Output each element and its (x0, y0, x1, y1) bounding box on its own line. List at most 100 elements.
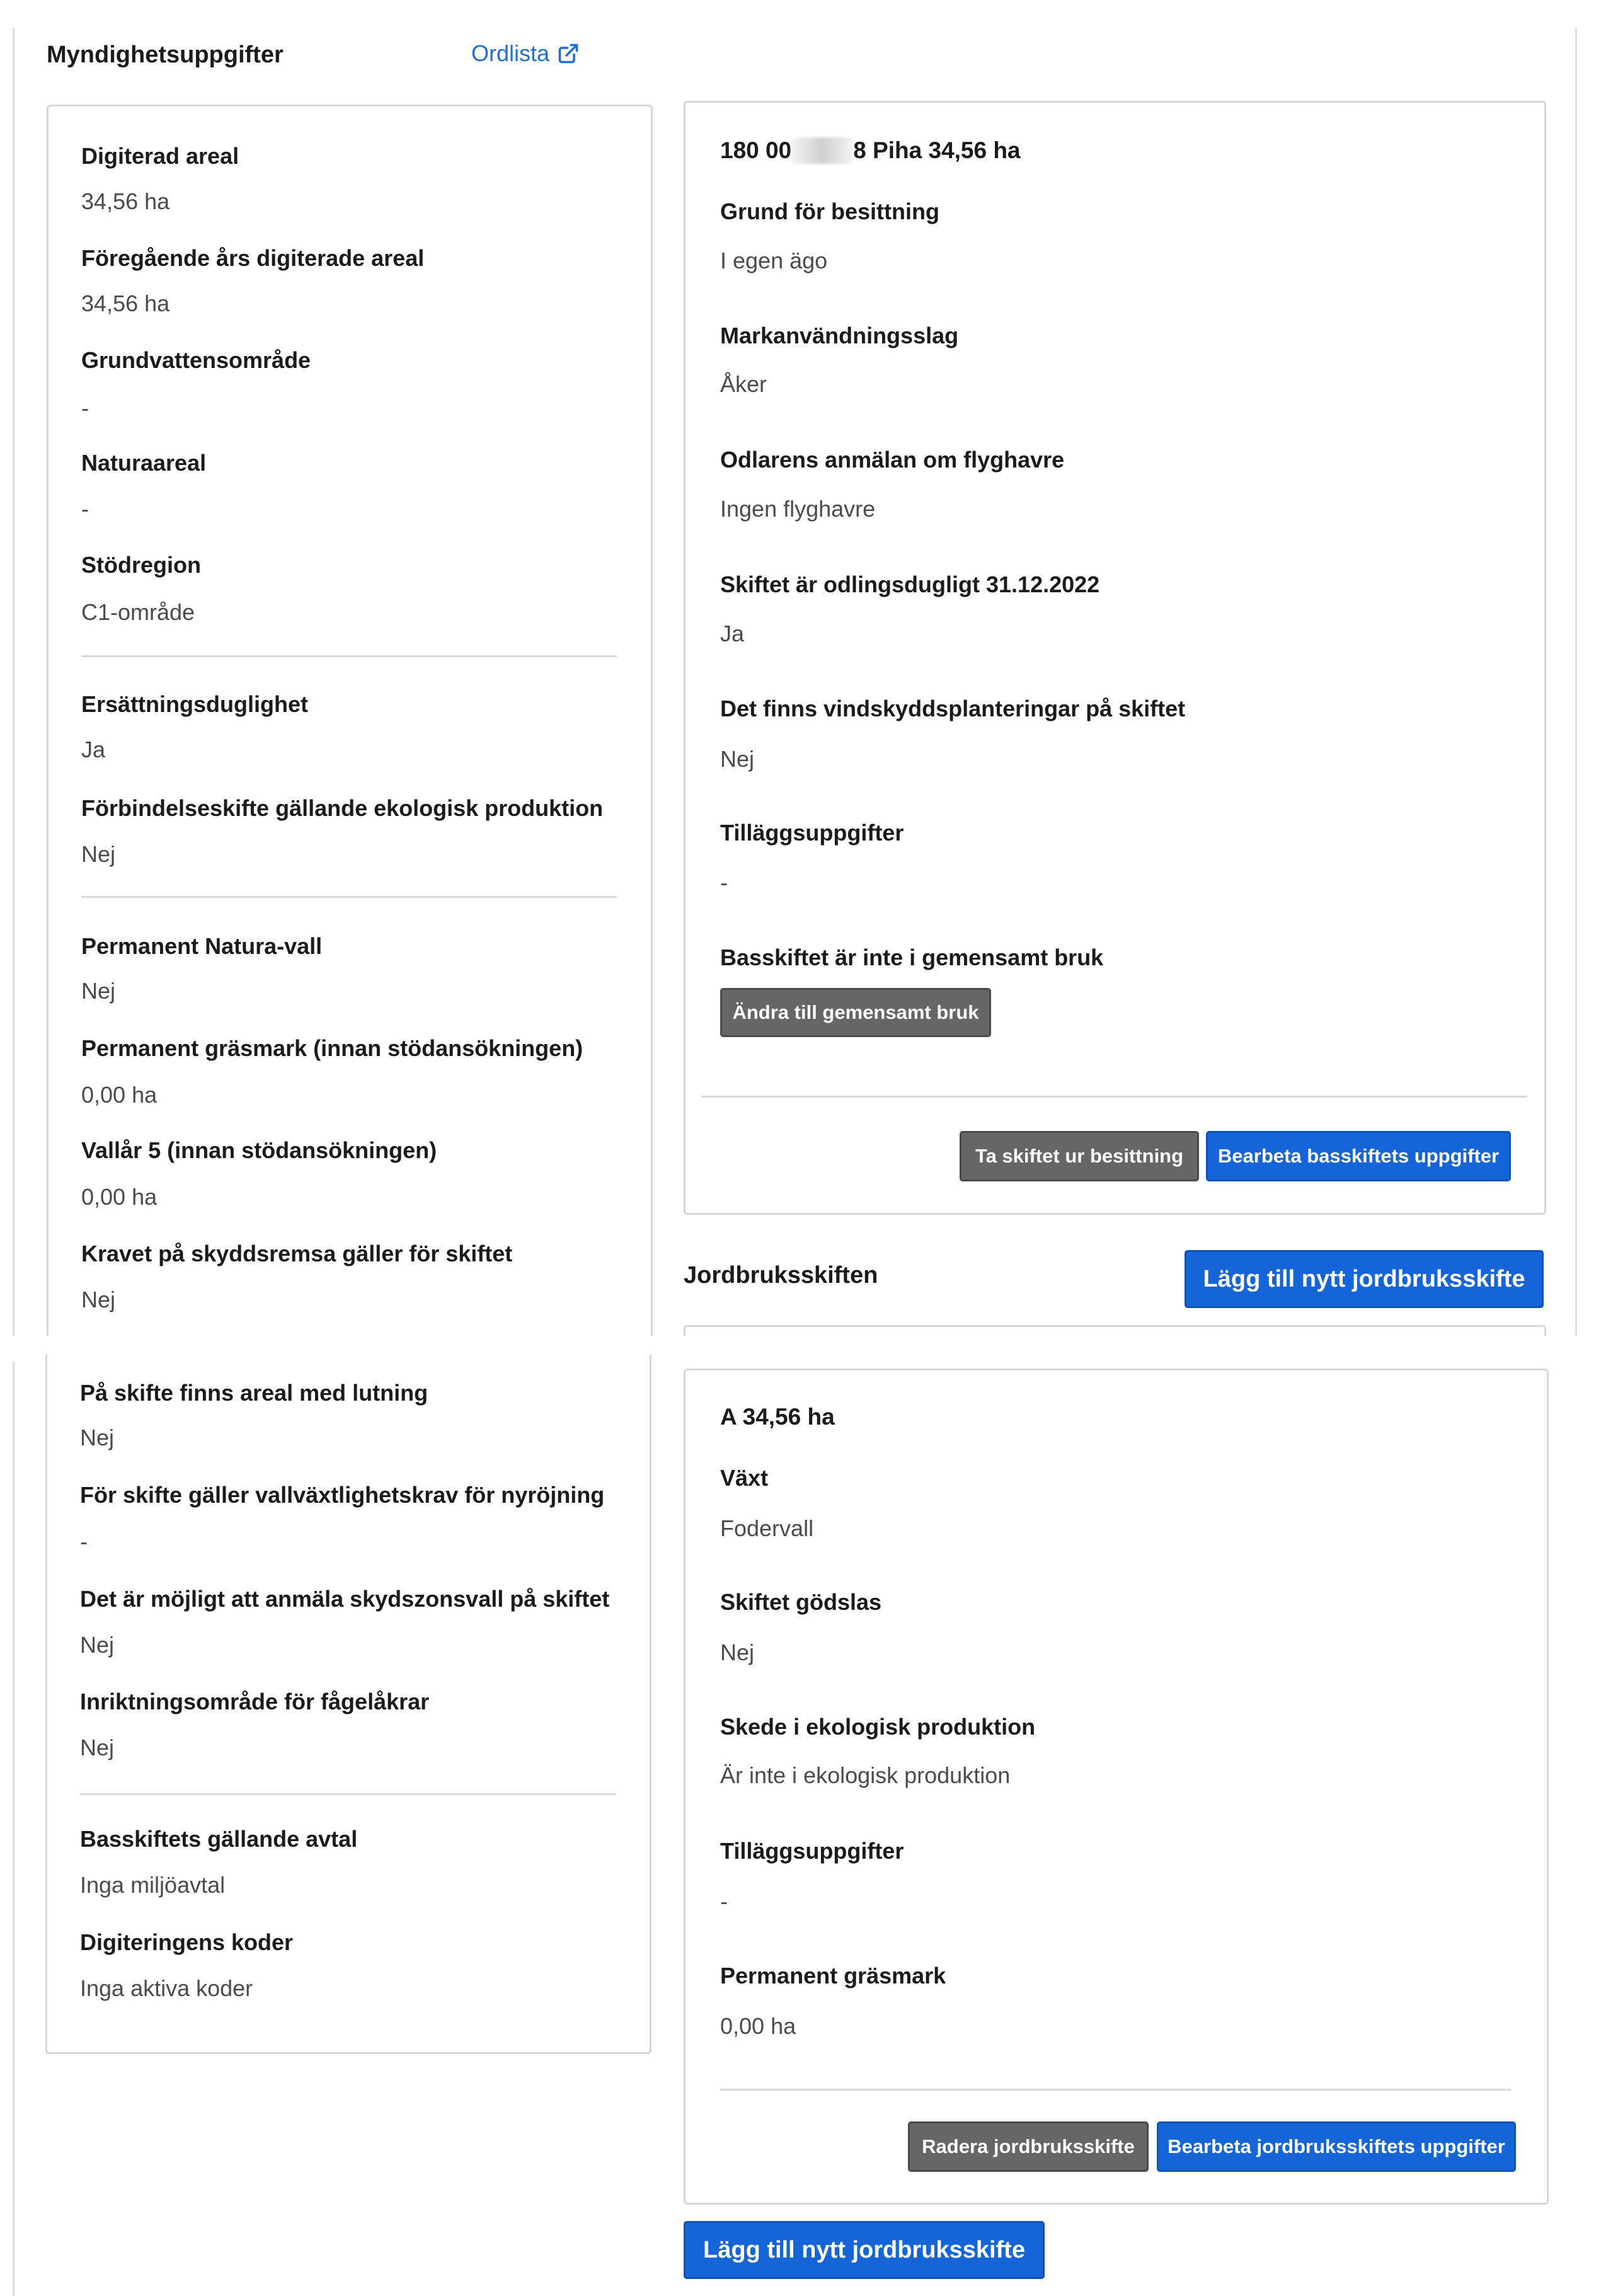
field-value: Inga aktiva koder (80, 1975, 253, 2001)
field-value: Nej (720, 1639, 755, 1665)
field-value: 34,56 ha (81, 290, 170, 316)
edit-base-parcel-button[interactable]: Bearbeta basskiftets uppgifter (1206, 1131, 1511, 1181)
field-group: Kravet på skyddsremsa gäller för skiftet… (81, 1241, 512, 1313)
divider (81, 896, 617, 898)
field-label: Det är möjligt att anmäla skydszonsvall … (80, 1586, 610, 1612)
add-agri-parcel-button-top[interactable]: Lägg till nytt jordbruksskifte (1185, 1250, 1544, 1308)
delete-agri-parcel-button[interactable]: Radera jordbruksskifte (908, 2121, 1149, 2172)
external-link-icon (558, 43, 578, 64)
field-value: 0,00 ha (720, 2013, 796, 2039)
field-label: Inriktningsområde för fågelåkrar (80, 1689, 430, 1714)
field-group: Skede i ekologisk produktion Är inte i ek… (720, 1714, 1035, 1789)
field-group: Tilläggsuppgifter - (720, 1838, 904, 1915)
field-group: Skiftet gödslas Nej (720, 1589, 881, 1666)
base-parcel-title: 180 00 8 Piha 34,56 ha (720, 137, 1021, 164)
page-left-border-lower (13, 1361, 14, 2296)
agri-parcel-card: A 34,56 ha Växt Fodervall Skiftet gödslas N… (684, 1369, 1549, 2205)
field-group: Markanvändningsslag Åker (720, 323, 958, 398)
field-label: Ersättningsduglighet (81, 691, 308, 717)
field-value: 0,00 ha (81, 1184, 158, 1210)
glossary-link-label[interactable]: Ordlista (471, 40, 549, 67)
field-value: Nej (81, 978, 116, 1004)
field-group: För skifte gäller vallväxtlighetskrav fö… (80, 1482, 604, 1555)
field-group: Permanent gräsmark 0,00 ha (720, 1963, 946, 2040)
agri-parcels-title: Jordbruksskiften (684, 1262, 878, 1289)
authority-info-card-continued: På skifte finns areal med lutning Nej För … (45, 1355, 651, 2054)
field-label: Det finns vindskyddsplanteringar på skif… (720, 696, 1186, 721)
field-label: För skifte gäller vallväxtlighetskrav fö… (80, 1482, 605, 1508)
field-value: - (81, 496, 89, 522)
field-label: Odlarens anmälan om flyghavre (720, 447, 1065, 473)
field-value: Nej (720, 746, 755, 772)
authority-info-card: Digiterad areal 34,56 ha Föregående års di… (47, 105, 653, 1358)
field-label: Basskiftets gällande avtal (80, 1826, 358, 1852)
base-parcel-card: 180 00 8 Piha 34,56 ha Grund för besittni… (684, 101, 1546, 1215)
page-title: Myndighetsuppgifter (47, 42, 284, 68)
field-label: Permanent Natura-vall (81, 933, 323, 959)
field-group: På skifte finns areal med lutning Nej (80, 1380, 428, 1451)
field-label: Digiteringens koder (80, 1929, 294, 1955)
field-label: På skifte finns areal med lutning (80, 1380, 428, 1406)
agri-parcel-title: A 34,56 ha (720, 1404, 835, 1430)
field-value: - (80, 1529, 88, 1554)
field-label: Grundvattensområde (81, 347, 311, 373)
edit-agri-parcel-button[interactable]: Bearbeta jordbruksskiftets uppgifter (1157, 2121, 1516, 2172)
field-value: Nej (80, 1735, 115, 1760)
field-value: Ja (81, 737, 106, 762)
field-value: - (720, 870, 728, 895)
add-agri-parcel-button-bottom[interactable]: Lägg till nytt jordbruksskifte (684, 2221, 1045, 2279)
field-value: Nej (80, 1632, 115, 1658)
field-label: Markanvändningsslag (720, 323, 959, 348)
field-group: Permanent gräsmark (innan stödansökninge… (81, 1035, 583, 1108)
field-group: Det finns vindskyddsplanteringar på skif… (720, 696, 1185, 772)
field-value: 34,56 ha (81, 188, 170, 214)
field-value: Åker (720, 371, 767, 397)
field-group: Förbindelseskifte gällande ekologisk pro… (81, 795, 603, 868)
field-label: Basskiftet är inte i gemensamt bruk (720, 944, 1104, 970)
field-value: Inga miljöavtal (80, 1872, 226, 1898)
remove-from-possession-button[interactable]: Ta skiftet ur besittning (960, 1131, 1199, 1181)
divider (702, 1096, 1527, 1098)
field-label: Växt (720, 1465, 769, 1491)
field-label: Tilläggsuppgifter (720, 820, 904, 846)
divider (720, 2089, 1511, 2091)
field-value: Nej (80, 1425, 115, 1450)
field-value: Ja (720, 621, 745, 646)
field-value: Fodervall (720, 1515, 814, 1541)
change-to-common-use-button[interactable]: Ändra till gemensamt bruk (720, 988, 991, 1037)
field-group: Basskiftets gällande avtal Inga miljöavta… (80, 1826, 357, 1898)
field-label: Skiftet är odlingsdugligt 31.12.2022 (720, 571, 1100, 597)
field-value: Ingen flyghavre (720, 496, 876, 522)
field-label: Skede i ekologisk produktion (720, 1714, 1036, 1740)
glossary-link[interactable]: Ordlista (471, 40, 580, 67)
field-group: Växt Fodervall (720, 1465, 813, 1542)
field-group: Digiteringens koder Inga aktiva koder (80, 1929, 293, 2002)
field-label: Grund för besittning (720, 198, 939, 224)
field-label: Tilläggsuppgifter (720, 1838, 904, 1864)
field-group: Grundvattensområde - (81, 347, 311, 422)
field-group: Föregående års digiterade areal 34,56 ha (81, 245, 424, 317)
field-label: Förbindelseskifte gällande ekologisk pro… (81, 795, 604, 821)
field-group: Naturaareal - (81, 450, 206, 522)
field-label: Digiterad areal (81, 143, 239, 169)
field-label: Naturaareal (81, 450, 207, 476)
field-group: Inriktningsområde för fågelåkrar Nej (80, 1689, 429, 1761)
field-group: Grund för besittning I egen ägo (720, 198, 939, 274)
redacted-text (791, 137, 854, 164)
field-value: Nej (81, 1287, 116, 1312)
field-label: Skiftet gödslas (720, 1589, 882, 1615)
field-group: Vallår 5 (innan stödansökningen) 0,00 ha (81, 1137, 437, 1210)
divider (80, 1793, 616, 1795)
field-group: Stödregion C1-område (81, 552, 201, 626)
page-left-border (13, 28, 14, 1342)
field-group: Det är möjligt att anmäla skydszonsvall … (80, 1586, 609, 1658)
field-value: - (81, 395, 89, 421)
field-value: Nej (81, 841, 116, 867)
divider (81, 655, 617, 657)
field-group: Basskiftet är inte i gemensamt bruk (720, 944, 1103, 971)
field-group: Tilläggsuppgifter - (720, 820, 904, 896)
field-label: Kravet på skyddsremsa gäller för skiftet (81, 1241, 513, 1266)
field-label: Vallår 5 (innan stödansökningen) (81, 1137, 437, 1163)
field-value: Är inte i ekologisk produktion (720, 1762, 1011, 1788)
field-group: Skiftet är odlingsdugligt 31.12.2022 Ja (720, 571, 1099, 647)
